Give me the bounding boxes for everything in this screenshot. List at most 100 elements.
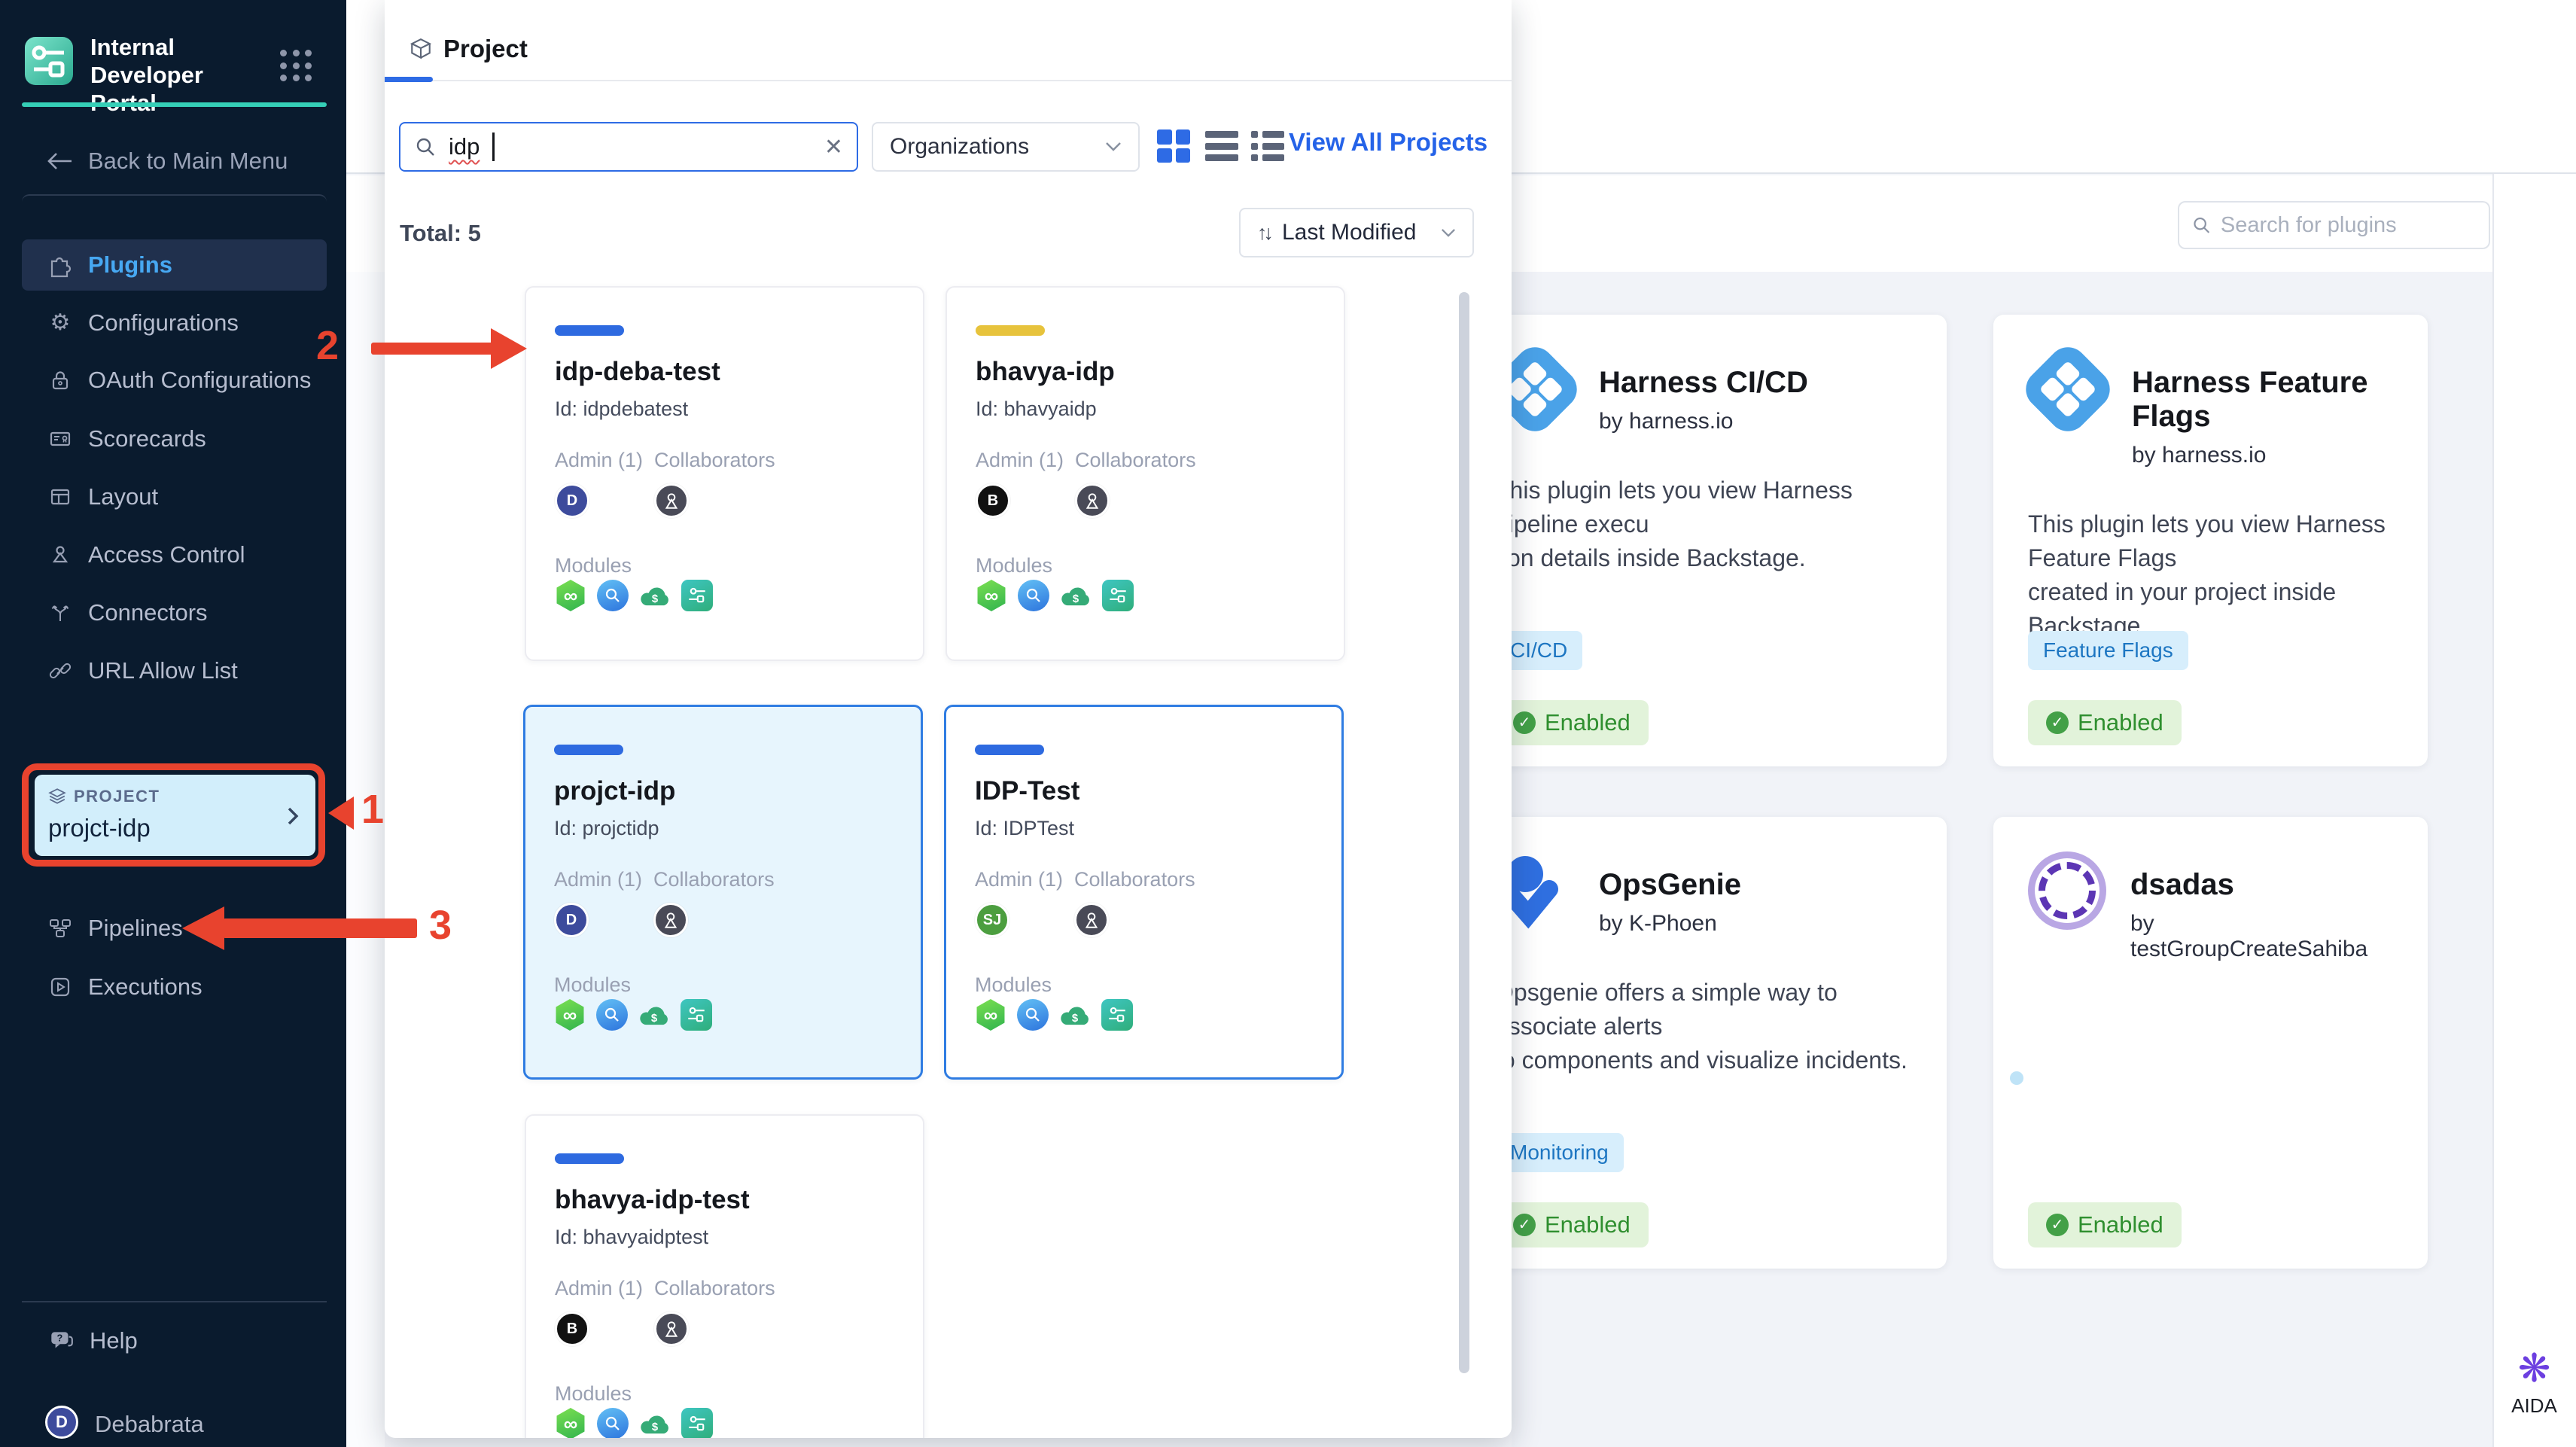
project-name: projct-idp xyxy=(554,776,676,806)
status-badge: ✓ Enabled xyxy=(1495,1202,1649,1247)
sidebar-item-help[interactable]: ? Help xyxy=(22,1318,327,1364)
total-count-label: Total: 5 xyxy=(400,220,481,246)
admin-avatar: B xyxy=(555,1311,589,1346)
admin-label: Admin (1) xyxy=(976,449,1064,471)
idp-module-icon xyxy=(681,1408,713,1438)
chevron-down-icon xyxy=(1106,142,1121,151)
back-to-main-menu[interactable]: Back to Main Menu xyxy=(47,148,288,175)
idp-app-logo xyxy=(25,37,73,85)
person-icon xyxy=(1085,912,1098,928)
project-id: Id: bhavyaidp xyxy=(976,398,1097,420)
admin-label: Admin (1) xyxy=(555,1277,644,1299)
plugin-tag: Feature Flags xyxy=(2028,631,2188,670)
sidebar-item-url-allow-list[interactable]: URL Allow List xyxy=(22,647,327,694)
project-color-pill xyxy=(555,325,624,336)
search-icon xyxy=(2194,217,2210,233)
sidebar-item-label: Scorecards xyxy=(88,425,206,452)
organizations-dropdown[interactable]: Organizations xyxy=(872,122,1140,172)
svg-text:?: ? xyxy=(57,1333,63,1344)
project-color-pill xyxy=(554,745,623,755)
cd-module-icon: ∞ xyxy=(556,1408,585,1438)
modules-label: Modules xyxy=(555,1382,632,1405)
annotation-number-1: 1 xyxy=(361,787,385,832)
modal-scrollbar[interactable] xyxy=(1459,292,1469,1373)
admin-avatar: SJ xyxy=(975,903,1009,937)
project-card-idp-deba-test[interactable]: idp-deba-test Id: idpdebatest Admin (1) … xyxy=(525,286,924,661)
active-tab-indicator xyxy=(385,77,433,82)
chaos-module-icon xyxy=(597,1408,629,1438)
project-name: idp-deba-test xyxy=(555,357,720,386)
aida-widget[interactable]: ❋ AIDA xyxy=(2492,1348,2576,1418)
plugins-search-field[interactable] xyxy=(2178,201,2490,249)
svg-text:$: $ xyxy=(1073,593,1079,605)
sidebar-item-scorecards[interactable]: Scorecards xyxy=(22,416,327,462)
collaborator-avatar xyxy=(653,903,688,937)
app-switcher-icon[interactable] xyxy=(280,50,313,83)
status-badge: ✓ Enabled xyxy=(2028,700,2182,745)
sidebar-item-plugins[interactable]: Plugins xyxy=(22,239,327,291)
plugin-author: by harness.io xyxy=(1599,409,1734,434)
project-card-bhavya-idp-test[interactable]: bhavya-idp-test Id: bhavyaidptest Admin … xyxy=(525,1114,924,1438)
chaos-module-icon xyxy=(597,580,629,611)
collaborator-avatar xyxy=(1075,483,1110,518)
user-avatar[interactable]: D xyxy=(45,1406,78,1439)
project-card-idp-test[interactable]: IDP-Test Id: IDPTest Admin (1) Collabora… xyxy=(944,705,1344,1080)
sidebar-item-configurations[interactable]: ⚙ Configurations xyxy=(22,300,327,346)
check-icon: ✓ xyxy=(2046,711,2069,734)
modules-label: Modules xyxy=(555,554,632,577)
aida-icon: ❋ xyxy=(2517,1347,2551,1391)
sidebar-item-connectors[interactable]: Connectors xyxy=(22,589,327,636)
admin-avatar: D xyxy=(554,903,589,937)
plugin-card-feature-flags[interactable]: Harness Feature Flags by harness.io This… xyxy=(1993,315,2428,766)
plugin-card-opsgenie[interactable]: OpsGenie by K-Phoen Opsgenie offers a si… xyxy=(1460,817,1947,1269)
admin-avatar: B xyxy=(976,483,1010,518)
project-color-pill xyxy=(555,1153,624,1164)
plugins-search-input[interactable] xyxy=(2220,212,2477,238)
tab-bar xyxy=(385,0,1512,81)
scorecard-icon xyxy=(50,431,71,446)
plugin-tag: Monitoring xyxy=(1495,1133,1624,1172)
cloud-cost-module-icon: $ xyxy=(639,580,671,611)
sidebar-item-oauth-configurations[interactable]: OAuth Configurations xyxy=(22,357,327,404)
tab-project[interactable]: Project xyxy=(409,35,528,63)
sidebar-item-access-control[interactable]: Access Control xyxy=(22,532,327,578)
plugin-author: by K-Phoen xyxy=(1599,911,1717,936)
status-badge: ✓ Enabled xyxy=(1495,700,1649,745)
sort-dropdown[interactable]: ↑↓ Last Modified xyxy=(1239,208,1474,257)
person-icon xyxy=(665,493,678,509)
plugin-card-harness-cicd[interactable]: Harness CI/CD by harness.io This plugin … xyxy=(1460,315,1947,766)
sidebar-item-label: Layout xyxy=(88,483,159,510)
project-name: IDP-Test xyxy=(975,776,1080,806)
modules-label: Modules xyxy=(976,554,1053,577)
annotation-number-3: 3 xyxy=(429,903,452,948)
list-view-button[interactable] xyxy=(1251,131,1284,161)
project-card-bhavya-idp[interactable]: bhavya-idp Id: bhavyaidp Admin (1) Colla… xyxy=(945,286,1345,661)
sidebar-item-executions[interactable]: Executions xyxy=(22,964,327,1010)
plugin-author: by testGroupCreateSahiba xyxy=(2130,911,2368,961)
svg-text:$: $ xyxy=(1072,1013,1079,1025)
sidebar-item-label: OAuth Configurations xyxy=(88,367,312,393)
modules-label: Modules xyxy=(554,973,632,996)
clear-search-icon[interactable]: ✕ xyxy=(824,134,843,160)
view-all-projects-link[interactable]: View All Projects xyxy=(1289,128,1487,157)
annotation-box-1 xyxy=(22,763,325,867)
chaos-module-icon xyxy=(1017,999,1049,1031)
grid-view-button[interactable] xyxy=(1157,129,1190,163)
sidebar-item-layout[interactable]: Layout xyxy=(22,474,327,520)
project-search-input[interactable]: idp ✕ xyxy=(399,122,858,172)
person-icon xyxy=(52,546,69,563)
aida-label: AIDA xyxy=(2511,1394,2557,1417)
admin-avatar: D xyxy=(555,483,589,518)
plugin-card-dsadas[interactable]: dsadas by testGroupCreateSahiba ✓ Enabled xyxy=(1993,817,2428,1269)
cube-icon xyxy=(410,38,432,59)
sidebar: Internal Developer Portal Back to Main M… xyxy=(0,0,346,1447)
plugin-description: This plugin lets you view Harness Featur… xyxy=(2028,510,2386,639)
collaborators-label: Collaborators xyxy=(654,1277,775,1299)
sidebar-item-label: Access Control xyxy=(88,541,245,568)
admin-label: Admin (1) xyxy=(554,868,643,891)
purple-ring-logo xyxy=(2028,851,2106,930)
cd-module-icon: ∞ xyxy=(976,999,1005,1031)
row-view-button[interactable] xyxy=(1205,131,1238,161)
project-card-projct-idp[interactable]: projct-idp Id: projctidp Admin (1) Colla… xyxy=(523,705,923,1080)
executions-icon xyxy=(50,977,70,997)
